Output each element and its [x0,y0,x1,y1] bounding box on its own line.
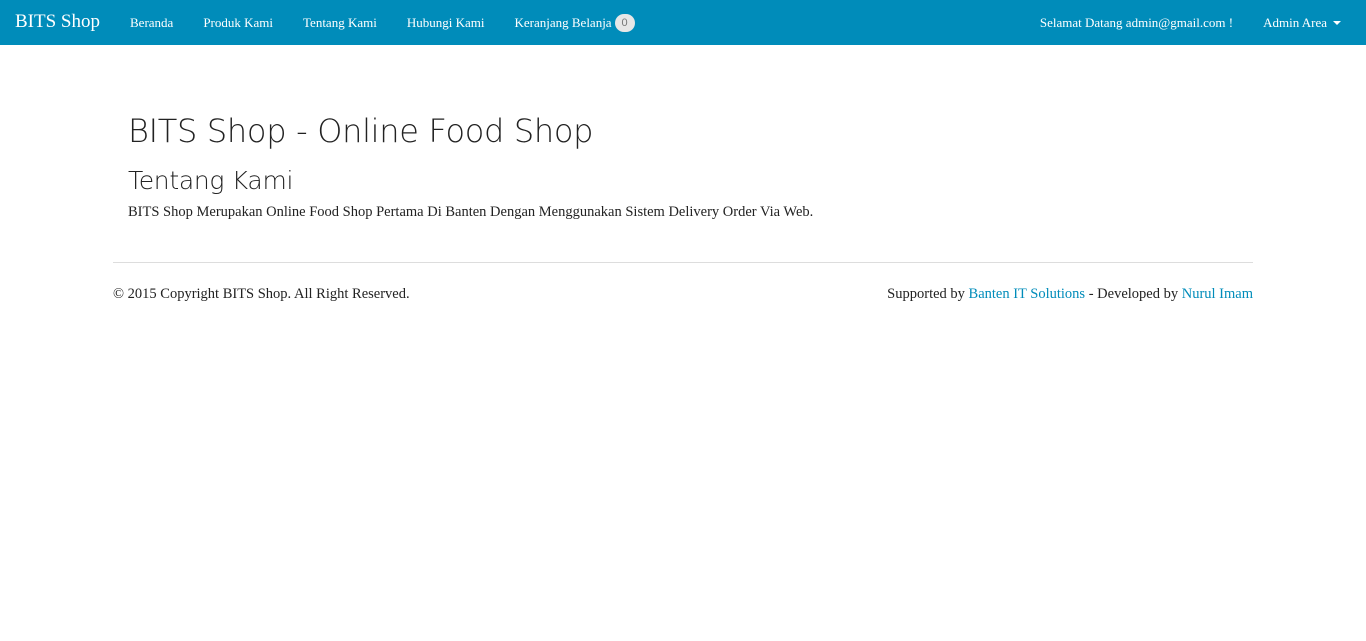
top-navbar: BITS Shop Beranda Produk Kami Tentang Ka… [0,0,1366,45]
nav-item-tentang-kami[interactable]: Tentang Kami [303,15,377,31]
banten-it-solutions-link[interactable]: Banten IT Solutions [969,286,1086,302]
developed-by-text: - Developed by [1085,286,1182,302]
cart-label: Keranjang Belanja [514,14,612,30]
user-nav: Selamat Datang admin@gmail.com ! Admin A… [1040,0,1341,45]
page-title: BITS Shop - Online Food Shop [128,112,594,150]
admin-area-dropdown[interactable]: Admin Area [1263,15,1341,31]
welcome-text: Selamat Datang admin@gmail.com ! [1039,14,1234,30]
cart-count-badge: 0 [614,13,635,32]
main-nav: Beranda Produk Kami Tentang Kami Hubungi… [130,0,665,45]
caret-down-icon [1333,20,1341,25]
about-description: BITS Shop Merupakan Online Food Shop Per… [128,204,814,220]
nav-item-produk-kami[interactable]: Produk Kami [203,15,273,31]
footer: © 2015 Copyright BITS Shop. All Right Re… [113,286,1253,306]
brand-link[interactable]: BITS Shop [15,11,100,33]
footer-divider [113,262,1253,263]
nav-item-beranda[interactable]: Beranda [130,15,173,31]
supported-by-text: Supported by [887,286,969,302]
copyright-text: © 2015 Copyright BITS Shop. All Right Re… [113,286,410,302]
section-heading: Tentang Kami [128,166,294,195]
nav-item-hubungi-kami[interactable]: Hubungi Kami [407,15,485,31]
nav-item-keranjang-belanja[interactable]: Keranjang Belanja 0 [514,13,635,32]
nurul-imam-link[interactable]: Nurul Imam [1182,286,1253,302]
main-content: BITS Shop - Online Food Shop Tentang Kam… [128,112,1238,221]
admin-area-label: Admin Area [1263,14,1327,30]
credits: Supported by Banten IT Solutions - Devel… [887,286,1253,303]
